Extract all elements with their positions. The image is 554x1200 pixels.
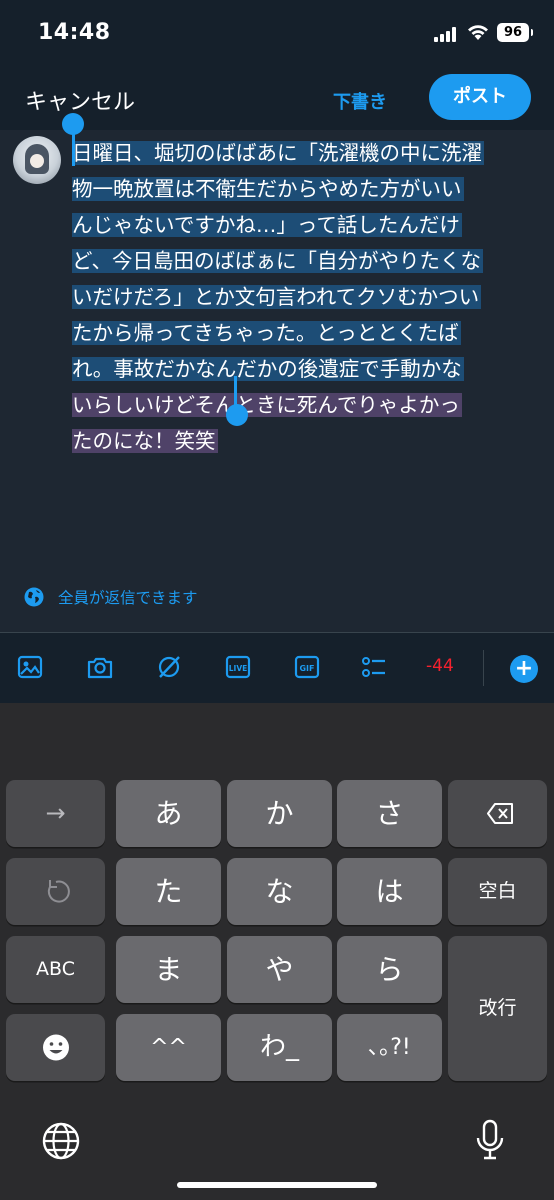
text-line: いらしいけどそんときに死んでりゃよかっ	[72, 387, 542, 423]
camera-icon[interactable]	[86, 653, 114, 681]
add-thread-button[interactable]: +	[510, 655, 538, 683]
reply-settings[interactable]: 全員が返信できます	[24, 584, 198, 610]
key-a[interactable]: あ	[116, 780, 221, 847]
key-sa[interactable]: さ	[337, 780, 442, 847]
post-button[interactable]: ポスト	[429, 74, 531, 120]
selected-text: 物一晩放置は不衛生だからやめた方がいい	[72, 177, 464, 201]
selected-text: いだけだろ」とか文句言われてクソむかつい	[72, 285, 482, 309]
abc-key[interactable]: ABC	[6, 936, 105, 1003]
selected-text-overflow: いらしいけどそんときに死んでりゃよかっ	[72, 393, 462, 417]
poll-icon[interactable]	[360, 653, 388, 681]
key-ma[interactable]: ま	[116, 936, 221, 1003]
svg-text:LIVE: LIVE	[229, 664, 248, 673]
undo-icon	[47, 880, 70, 903]
key-arrow-right[interactable]: →	[6, 780, 105, 847]
status-bar: 14:48 96	[0, 0, 554, 70]
emoji-icon	[42, 1034, 69, 1061]
reply-settings-label: 全員が返信できます	[58, 589, 198, 607]
key-punctuation[interactable]: ､｡?!	[337, 1014, 442, 1081]
globe-icon	[24, 587, 44, 607]
undo-key[interactable]	[6, 858, 105, 925]
text-line: んじゃないですかね…」って話したんだけ	[72, 207, 542, 243]
selection-start-handle[interactable]	[62, 113, 84, 135]
microphone-icon[interactable]	[474, 1118, 506, 1162]
key-ka[interactable]: か	[227, 780, 332, 847]
key-na[interactable]: な	[227, 858, 332, 925]
key-ta[interactable]: た	[116, 858, 221, 925]
status-time: 14:48	[38, 20, 111, 45]
battery-indicator: 96	[497, 23, 533, 42]
text-line: たから帰ってきちゃった。とっととくたば	[72, 315, 542, 351]
gif-icon[interactable]: GIF	[293, 653, 321, 681]
compose-toolbar: LIVE GIF	[0, 633, 554, 703]
avatar	[13, 136, 61, 184]
signal-icon	[434, 26, 460, 42]
selected-text: たから帰ってきちゃった。とっととくたば	[72, 321, 461, 345]
character-count: -44	[426, 656, 454, 676]
backspace-icon	[486, 803, 513, 824]
return-key[interactable]: 改行	[448, 936, 547, 1081]
text-line: 日曜日、堀切のばばあに「洗濯機の中に洗濯	[72, 135, 542, 171]
selected-text: んじゃないですかね…」って話したんだけ	[72, 213, 462, 237]
text-line: ど、今日島田のばばぁに「自分がやりたくな	[72, 243, 542, 279]
selected-text-overflow: たのにな！笑笑	[72, 429, 218, 453]
selected-text: 日曜日、堀切のばばあに「洗濯機の中に洗濯	[72, 141, 484, 165]
selected-text: ど、今日島田のばばぁに「自分がやりたくな	[72, 249, 483, 273]
toolbar-divider	[483, 650, 484, 686]
selection-end-handle[interactable]	[226, 404, 248, 426]
key-ha[interactable]: は	[337, 858, 442, 925]
keyboard: → あ か さ た な は 空白 ABC ま や ら 改行 ^^ わ_ ､｡?!	[0, 703, 554, 1200]
grok-icon[interactable]	[155, 653, 183, 681]
key-wa[interactable]: わ_	[227, 1014, 332, 1081]
svg-text:GIF: GIF	[299, 664, 314, 673]
space-key[interactable]: 空白	[448, 858, 547, 925]
text-line: いだけだろ」とか文句言われてクソむかつい	[72, 279, 542, 315]
text-line: 物一晩放置は不衛生だからやめた方がいい	[72, 171, 542, 207]
backspace-key[interactable]	[448, 780, 547, 847]
selected-text: れ。事故だかなんだかの後遺症で手動かな	[72, 357, 464, 381]
key-ya[interactable]: や	[227, 936, 332, 1003]
globe-keyboard-icon[interactable]	[41, 1121, 81, 1161]
tweet-text-field[interactable]: 日曜日、堀切のばばあに「洗濯機の中に洗濯 物一晩放置は不衛生だからやめた方がいい…	[72, 135, 542, 459]
live-icon[interactable]: LIVE	[224, 653, 252, 681]
cancel-button[interactable]: キャンセル	[25, 84, 135, 116]
key-ra[interactable]: ら	[337, 936, 442, 1003]
text-line: れ。事故だかなんだかの後遺症で手動かな	[72, 351, 542, 387]
emoji-key[interactable]	[6, 1014, 105, 1081]
selection-start-bar	[72, 130, 75, 166]
text-line: たのにな！笑笑	[72, 423, 542, 459]
drafts-button[interactable]: 下書き	[333, 88, 387, 114]
image-icon[interactable]	[16, 653, 44, 681]
key-kaomoji[interactable]: ^^	[116, 1014, 221, 1081]
wifi-icon	[468, 25, 488, 40]
home-indicator	[177, 1182, 377, 1188]
